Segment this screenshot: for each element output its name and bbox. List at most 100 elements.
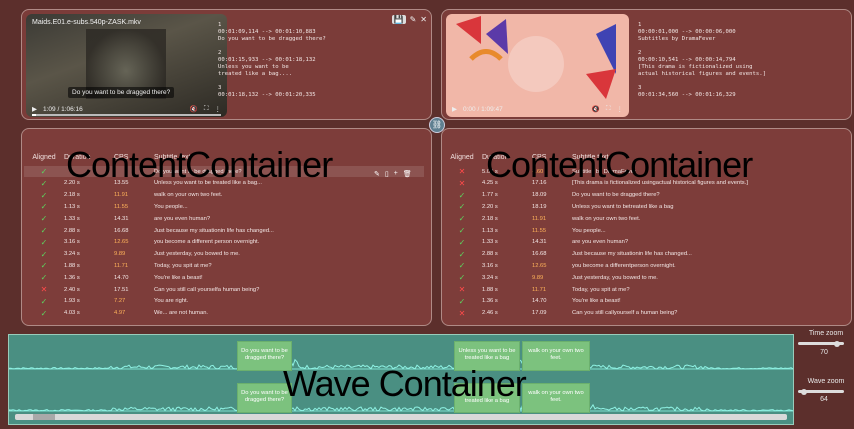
left-video-progress[interactable]: [32, 114, 221, 116]
table-row[interactable]: ✕ 1.88 s 11.71 Today, you spit at me?: [442, 284, 842, 295]
subtitle-text-cell[interactable]: [This drama is fictionalized usingactual…: [572, 180, 842, 186]
subtitle-text-cell[interactable]: Just because my situationin life has cha…: [154, 228, 424, 234]
table-row[interactable]: ✓ 3.16 s 12.65 you become a different perso…: [24, 237, 424, 248]
table-row[interactable]: ✓ 1.36 s 14.70 You're like a beast!: [24, 272, 424, 283]
close-icon[interactable]: ✕: [420, 15, 427, 24]
subtitle-text-cell[interactable]: Just yesterday, you bowed to me.: [572, 275, 842, 281]
subtitle-text-cell[interactable]: Unless you want to be treated like a bag…: [154, 180, 424, 186]
subtitle-text-cell[interactable]: Today, you spit at me?: [154, 263, 424, 269]
subtitle-text-cell[interactable]: Do you want to be dragged there?: [572, 192, 842, 198]
table-row[interactable]: ✓ 1.77 s 18.09 Do you want to be dragged th…: [442, 190, 842, 201]
right-video-player[interactable]: ▶ 0:00 / 1:09:47 🔇 ⛶ ⋮: [446, 14, 629, 117]
mute-icon[interactable]: 🔇: [190, 105, 198, 113]
aligned-check-icon: ✓: [458, 226, 466, 235]
wave-region-top-2[interactable]: Unless you want to be treated like a bag: [454, 341, 520, 371]
subtitle-text-cell[interactable]: You're like a beast!: [572, 298, 842, 304]
fullscreen-icon[interactable]: ⛶: [204, 105, 209, 113]
wand-icon[interactable]: ✎: [410, 15, 417, 24]
fullscreen-icon[interactable]: ⛶: [606, 105, 611, 113]
subtitle-text-cell[interactable]: walk on your own two feet.: [572, 216, 842, 222]
table-row[interactable]: ✓ 3.16 s 12.65 you become a differentperson…: [442, 260, 842, 271]
table-row[interactable]: ✓ 2.20 s 13.55 Unless you want to be treate…: [24, 178, 424, 189]
subtitle-text-cell[interactable]: You people...: [572, 228, 842, 234]
table-row[interactable]: ✓ 3.24 s 9.89 Just yesterday, you bowed to …: [24, 249, 424, 260]
table-row[interactable]: ✓ 3.24 s 9.89 Just yesterday, you bowed to …: [442, 272, 842, 283]
subtitle-text-cell[interactable]: We... are not human.: [154, 310, 424, 316]
right-header-aligned[interactable]: Aligned: [442, 154, 482, 161]
left-video-player[interactable]: Maids.E01.e-subs.540p-ZASK.mkv Do you wa…: [26, 14, 227, 117]
subtitle-text-cell[interactable]: Unless you want to betreated like a bag: [572, 204, 842, 210]
cps-cell: 12.65: [532, 262, 547, 269]
wave-region-bottom-2[interactable]: treated like a bag: [454, 383, 520, 413]
subtitle-text-cell[interactable]: You people...: [154, 204, 424, 210]
wave-region-top-3[interactable]: walk on your own two feet.: [522, 341, 590, 371]
table-row[interactable]: ✓ 1.33 s 14.31 are you even human?: [24, 213, 424, 224]
waveform-container[interactable]: Do you want to be dragged there? Unless …: [8, 334, 794, 425]
duration-cell: 1.33 s: [482, 239, 498, 246]
table-row[interactable]: ✓ 1.88 s 11.71 Today, you spit at me?: [24, 260, 424, 271]
time-zoom-knob[interactable]: [834, 340, 841, 347]
subtitle-text-cell[interactable]: you become a different person overnight.: [154, 239, 424, 245]
right-srt-text[interactable]: 1 00:00:01,000 --> 00:00:06,000 Subtitle…: [638, 22, 838, 99]
more-icon[interactable]: ⋮: [215, 105, 222, 113]
table-row[interactable]: ✕ 2.40 s 17.51 Can you still call yourselfa…: [24, 284, 424, 295]
subtitle-text-cell[interactable]: Just yesterday, you bowed to me.: [154, 251, 424, 257]
left-header-aligned[interactable]: Aligned: [24, 154, 64, 161]
wave-zoom-knob[interactable]: [800, 388, 807, 395]
split-icon[interactable]: ▯: [385, 170, 389, 178]
play-icon[interactable]: ▶: [452, 105, 457, 113]
table-row[interactable]: ✓ 2.18 s 11.91 walk on your own two feet.: [442, 213, 842, 224]
table-row[interactable]: ✓ 2.88 s 16.68 Just because my situationin …: [24, 225, 424, 236]
subtitle-text-cell[interactable]: you become a differentperson overnight.: [572, 263, 842, 269]
delete-icon[interactable]: 🗑: [403, 170, 412, 178]
save-icon[interactable]: 💾: [391, 15, 406, 24]
aligned-check-icon: ✓: [458, 273, 466, 283]
table-row[interactable]: ✕ 4.25 s 17.16 [This drama is fictionalized…: [442, 178, 842, 189]
wave-region-bottom-3[interactable]: walk on your own two feet.: [522, 383, 590, 413]
left-header-subtitle-text[interactable]: Subtitle text: [154, 154, 424, 161]
subtitle-text-cell[interactable]: You are right.: [154, 298, 424, 304]
table-row[interactable]: ✓ 2.88 s 16.68 Just because my situationin …: [442, 249, 842, 260]
subtitle-text-cell[interactable]: walk on your own two feet.: [154, 192, 424, 198]
table-row[interactable]: ✕ 5.00 s 4.60 Subtitles by DramaFever: [442, 166, 842, 177]
table-row[interactable]: ✓ 2.20 s 18.19 Unless you want to betreated…: [442, 201, 842, 212]
subtitle-text-cell[interactable]: Can you still call yourselfa human being…: [154, 287, 424, 293]
subtitle-text-cell[interactable]: are you even human?: [572, 239, 842, 245]
add-icon[interactable]: +: [394, 170, 398, 178]
table-row[interactable]: ✓ Do you want to be dragged there?: [24, 166, 424, 177]
right-header-duration[interactable]: Duration: [482, 154, 532, 161]
table-row[interactable]: ✓ 1.93 s 7.27 You are right.: [24, 296, 424, 307]
table-row[interactable]: ✓ 1.13 s 11.55 You people...: [442, 225, 842, 236]
left-header-duration[interactable]: Duration: [64, 154, 114, 161]
table-row[interactable]: ✕ 2.46 s 17.09 Can you still callyourself a…: [442, 308, 842, 319]
subtitle-text-cell[interactable]: Just because my situationin life has cha…: [572, 251, 842, 257]
subtitle-text-cell[interactable]: are you even human?: [154, 216, 424, 222]
table-row[interactable]: ✓ 1.13 s 11.55 You people...: [24, 201, 424, 212]
aligned-check-icon: ✓: [458, 214, 466, 224]
subtitle-text-cell[interactable]: You're like a beast!: [154, 275, 424, 281]
table-row[interactable]: ✓ 2.18 s 11.91 walk on your own two feet.: [24, 190, 424, 201]
right-header-cps[interactable]: CPS: [532, 154, 572, 161]
subtitle-text-cell[interactable]: Today, you spit at me?: [572, 287, 842, 293]
play-icon[interactable]: ▶: [32, 105, 37, 113]
mute-icon[interactable]: 🔇: [592, 105, 600, 113]
subtitle-text-cell[interactable]: Subtitles by DramaFever: [572, 169, 842, 175]
wave-region-top-1[interactable]: Do you want to be dragged there?: [237, 341, 292, 371]
time-zoom-slider[interactable]: [798, 340, 844, 347]
duration-cell: 3.16 s: [482, 262, 498, 269]
left-header-cps[interactable]: CPS: [114, 154, 154, 161]
wave-scrollbar-thumb[interactable]: [33, 414, 55, 420]
table-row[interactable]: ✓ 1.33 s 14.31 are you even human?: [442, 237, 842, 248]
table-row[interactable]: ✓ 4.03 s 4.97 We... are not human.: [24, 308, 424, 319]
duration-cell: 3.24 s: [64, 251, 80, 258]
edit-icon[interactable]: ✎: [374, 170, 380, 178]
wave-zoom-slider[interactable]: [798, 388, 844, 395]
wave-scrollbar[interactable]: [15, 414, 787, 420]
subtitle-text-cell[interactable]: Can you still callyourself a human being…: [572, 310, 842, 316]
wave-region-bottom-1[interactable]: Do you want to be dragged there?: [237, 383, 292, 413]
left-srt-text[interactable]: 1 00:01:09,114 --> 00:01:10,883 Do you w…: [218, 22, 388, 99]
right-header-subtitle-text[interactable]: Subtitle text: [572, 154, 842, 161]
table-row[interactable]: ✓ 1.36 s 14.70 You're like a beast!: [442, 296, 842, 307]
cps-cell: 16.68: [114, 227, 129, 234]
more-icon[interactable]: ⋮: [617, 105, 624, 113]
